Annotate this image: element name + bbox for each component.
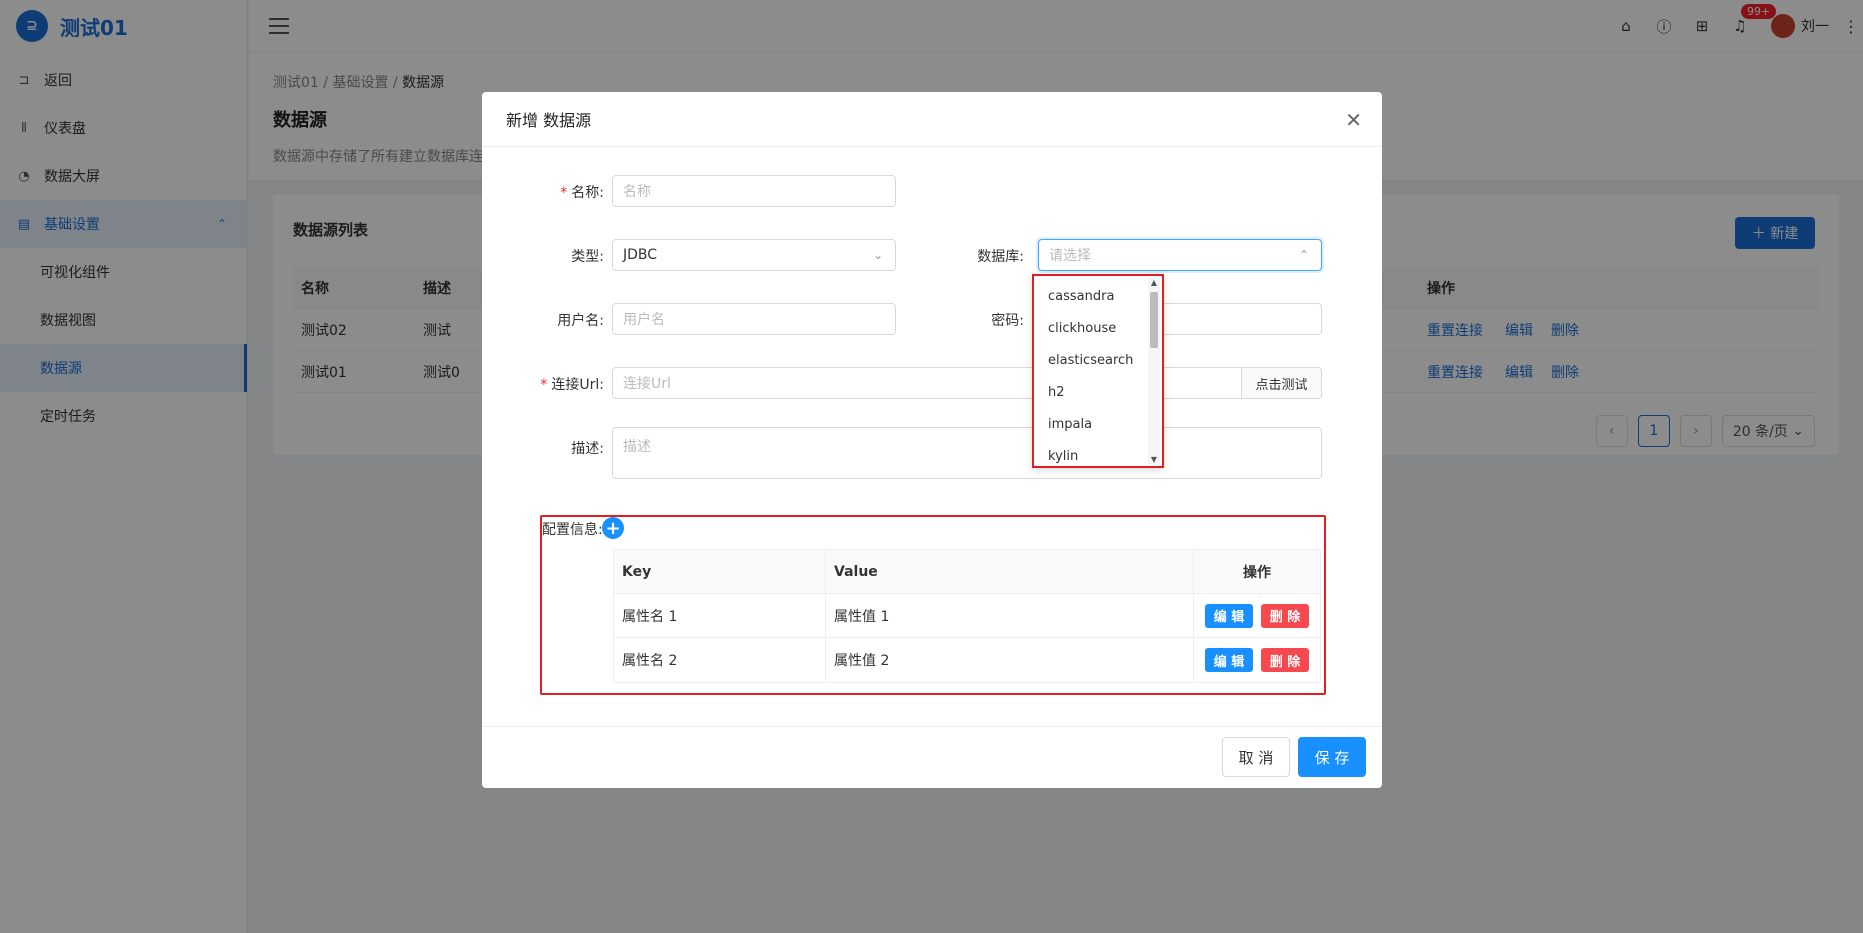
description-label: 描述: [571, 441, 604, 457]
modal-footer: 取 消 保 存 [482, 726, 1382, 788]
type-select[interactable]: JDBC ⌄ [612, 239, 896, 271]
delete-button[interactable]: 删 除 [1261, 603, 1309, 628]
col-value: Value [826, 550, 1194, 593]
username-input[interactable]: 用户名 [612, 303, 896, 335]
type-label: 类型: [571, 249, 604, 265]
col-key: Key [614, 550, 826, 593]
config-section: 配置信息: + Key Value 操作 属性名 1 属性值 1 编 辑 删 除… [540, 515, 1326, 695]
dropdown-option[interactable]: elasticsearch [1034, 344, 1162, 376]
cancel-button[interactable]: 取 消 [1222, 737, 1290, 777]
dropdown-option[interactable]: cassandra [1034, 280, 1162, 312]
chevron-up-icon: ⌃ [1298, 248, 1309, 262]
modal-title: 新增 数据源 [482, 92, 1382, 147]
dropdown-scrollbar[interactable]: ▲ ▼ [1148, 278, 1160, 464]
dropdown-option[interactable]: impala [1034, 408, 1162, 440]
name-input[interactable]: 名称 [612, 175, 896, 207]
scroll-up-icon[interactable]: ▲ [1148, 278, 1160, 287]
cell-key: 属性名 1 [614, 594, 826, 637]
database-dropdown: cassandra clickhouse elasticsearch h2 im… [1032, 274, 1164, 468]
database-placeholder: 请选择 [1049, 248, 1091, 264]
edit-button[interactable]: 编 辑 [1205, 603, 1253, 628]
dropdown-option[interactable]: h2 [1034, 376, 1162, 408]
edit-button[interactable]: 编 辑 [1205, 648, 1253, 672]
cell-value: 属性值 1 [826, 594, 1194, 637]
table-row: 属性名 2 属性值 2 编 辑 删 除 [614, 638, 1320, 682]
dropdown-option[interactable]: kylin [1034, 440, 1162, 466]
table-row: 属性名 1 属性值 1 编 辑 删 除 [614, 594, 1320, 638]
name-label: * 名称: [560, 185, 604, 201]
delete-button[interactable]: 删 除 [1261, 648, 1309, 672]
scroll-down-icon[interactable]: ▼ [1148, 455, 1160, 464]
config-table: Key Value 操作 属性名 1 属性值 1 编 辑 删 除 属性名 2 属… [613, 549, 1321, 683]
database-label: 数据库: [977, 249, 1024, 265]
cell-value: 属性值 2 [826, 638, 1194, 682]
col-ops: 操作 [1243, 564, 1271, 581]
chevron-down-icon: ⌄ [872, 248, 883, 262]
save-button[interactable]: 保 存 [1298, 737, 1366, 777]
row-actions: 编 辑 删 除 [1194, 638, 1320, 682]
database-select[interactable]: 请选择 ⌃ [1038, 239, 1322, 271]
scrollbar-thumb[interactable] [1150, 292, 1158, 348]
config-table-header: Key Value 操作 [614, 550, 1320, 594]
dropdown-option[interactable]: clickhouse [1034, 312, 1162, 344]
password-label: 密码: [991, 313, 1024, 329]
new-datasource-modal: 新增 数据源 ✕ * 名称: 名称 类型: JDBC ⌄ 数据库: 请选择 ⌃ 用… [482, 92, 1382, 788]
cell-key: 属性名 2 [614, 638, 826, 682]
url-label: * 连接Url: [540, 377, 604, 393]
row-actions: 编 辑 删 除 [1194, 594, 1320, 637]
type-value: JDBC [623, 247, 658, 263]
description-textarea[interactable]: 描述 [612, 427, 1322, 479]
username-label: 用户名: [557, 313, 604, 329]
add-config-icon[interactable]: + [602, 517, 624, 539]
close-icon[interactable]: ✕ [1345, 108, 1362, 132]
test-connection-button[interactable]: 点击测试 [1242, 367, 1322, 399]
config-label: 配置信息: [542, 522, 603, 538]
